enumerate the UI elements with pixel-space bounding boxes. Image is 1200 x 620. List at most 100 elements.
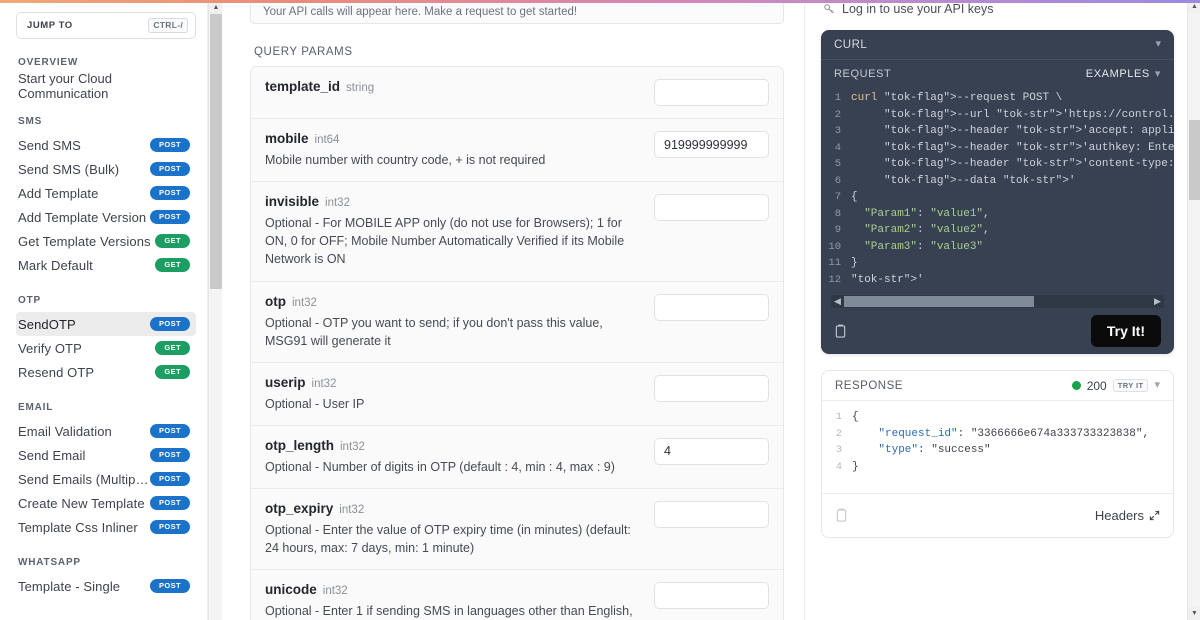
code-horizontal-scrollbar[interactable]: ◀ ▶ — [831, 295, 1164, 308]
response-code-block: 1{2 "request_id": "3366666e674a333733323… — [822, 401, 1173, 493]
param-input-unicode[interactable] — [654, 582, 769, 610]
headers-label: Headers — [1094, 508, 1144, 523]
line-content: } — [851, 257, 858, 269]
method-badge-post: POST — [149, 162, 190, 176]
page-scrollbar-thumb[interactable] — [1189, 120, 1200, 200]
sidebar-group-overview: OVERVIEW Start your Cloud Communication — [16, 57, 196, 101]
sidebar-section-title: OTP — [18, 295, 41, 306]
scroll-right-arrow-icon[interactable]: ▶ — [1151, 296, 1164, 307]
line-content: { — [852, 411, 859, 423]
sidebar-item-get-template-versions[interactable]: Get Template Versions GET — [16, 229, 196, 253]
code-line: 12 "tok-str">' — [821, 272, 1174, 289]
code-language-selector[interactable]: CURL ▾ — [821, 30, 1174, 60]
chevron-down-icon[interactable]: ▾ — [1155, 39, 1161, 50]
code-line: 6 "tok-flag">--data "tok-str">' — [821, 173, 1174, 190]
copy-icon[interactable] — [835, 508, 848, 523]
sidebar-item-label: SendOTP — [18, 316, 76, 332]
line-content: "tok-flag">--url "tok-str">'https://cont… — [884, 108, 1174, 121]
param-input-invisible[interactable] — [654, 194, 769, 222]
param-row: template_id string — [251, 67, 783, 119]
response-line: 1{ — [822, 409, 1173, 426]
param-input-mobile[interactable] — [654, 131, 769, 158]
chevron-down-icon[interactable]: ▾ — [1154, 380, 1160, 391]
sidebar-item-template-css-inliner[interactable]: Template Css Inliner POST — [16, 515, 196, 539]
try-it-chip: TRY IT — [1112, 378, 1149, 393]
line-number: 8 — [834, 207, 841, 220]
param-row: mobile int64 Mobile number with country co… — [251, 119, 783, 183]
param-name-line: otp_length int32 — [265, 438, 640, 453]
sidebar-item-verify-otp[interactable]: Verify OTP GET — [16, 336, 196, 360]
code-line: 9 "Param2": "value2", — [821, 222, 1174, 239]
status-code: 200 — [1086, 378, 1107, 393]
sidebar-item-sendotp[interactable]: SendOTP POST — [16, 312, 196, 336]
sidebar-item-resend-otp[interactable]: Resend OTP GET — [16, 360, 196, 384]
method-badge-post: POST — [149, 186, 190, 200]
request-code-card: CURL ▾ REQUEST EXAMPLES ▾ 1 curl "tok-fla… — [821, 30, 1174, 354]
sidebar-item-label: Add Template — [18, 185, 99, 201]
sidebar-item-send-emails-multiple[interactable]: Send Emails (Multiple) POST — [16, 467, 196, 491]
param-description: Mobile number with country code, + is no… — [265, 153, 546, 167]
param-input-userip[interactable] — [654, 374, 769, 402]
param-input-otp[interactable] — [654, 293, 769, 321]
param-row: unicode int32 Optional - Enter 1 if sendin… — [251, 570, 783, 620]
method-badge-post: POST — [149, 210, 190, 224]
code-scroll-thumb[interactable] — [844, 296, 1035, 307]
sidebar-item-email-validation[interactable]: Email Validation POST — [16, 419, 196, 443]
line-number: 4 — [835, 460, 842, 473]
param-input-otp_length[interactable] — [654, 437, 769, 465]
code-line: 1 curl "tok-flag">--request POST \ — [821, 90, 1174, 107]
sidebar-item-label: Template Css Inliner — [18, 519, 138, 535]
examples-dropdown[interactable]: EXAMPLES ▾ — [1086, 68, 1161, 80]
try-it-button[interactable]: Try It! — [1090, 315, 1161, 347]
line-number: 7 — [834, 191, 841, 203]
param-type: int32 — [292, 296, 317, 309]
sidebar-item-label: Email Validation — [18, 423, 112, 439]
query-params-heading: QUERY PARAMS — [254, 46, 353, 58]
sidebar-group-email: EMAIL Email Validation POST Send Email POST S… — [16, 402, 196, 539]
sidebar-item-label: Mark Default — [18, 257, 93, 273]
sidebar-section-title: EMAIL — [18, 402, 54, 413]
param-description: Optional - Enter 1 if sending SMS in lan… — [265, 604, 633, 619]
sidebar-item-send-sms[interactable]: Send SMS POST — [16, 133, 196, 157]
sidebar-item-send-sms-bulk[interactable]: Send SMS (Bulk) POST — [16, 157, 196, 181]
param-info: invisible int32 Optional - For MOBILE APP … — [265, 194, 640, 268]
examples-label: EXAMPLES — [1085, 68, 1150, 80]
headers-toggle[interactable]: Headers — [1095, 508, 1160, 523]
param-description: Optional - Enter the value of OTP expiry… — [265, 523, 631, 556]
jump-to-shortcut: CTRL-/ — [148, 18, 188, 33]
param-info: template_id string — [265, 79, 640, 94]
scroll-left-arrow-icon[interactable]: ◀ — [831, 296, 844, 307]
jump-to-search[interactable]: JUMP TO CTRL-/ — [16, 12, 196, 39]
page-scrollbar[interactable]: ▲ ▼ — [1187, 0, 1200, 620]
param-row: otp int32 Optional - OTP you want to send;… — [251, 282, 783, 363]
sidebar-item-mark-default[interactable]: Mark Default GET — [16, 253, 196, 277]
response-status[interactable]: 200 TRY IT ▾ — [1071, 378, 1160, 393]
code-line: 4 "tok-flag">--header "tok-str">'authkey… — [821, 140, 1174, 157]
param-name: otp_expiry — [265, 501, 334, 516]
sidebar-item-create-new-template[interactable]: Create New Template POST — [16, 491, 196, 515]
sidebar-item-add-template-version[interactable]: Add Template Version POST — [16, 205, 196, 229]
sidebar-item-template-single[interactable]: Template - Single POST — [16, 574, 196, 598]
param-name: mobile — [265, 131, 309, 146]
scroll-down-arrow-icon[interactable]: ▼ — [1188, 607, 1200, 620]
param-info: otp_length int32 Optional - Number of digi… — [265, 438, 640, 476]
sidebar-item-label: Resend OTP — [18, 364, 95, 380]
param-input-otp_expiry[interactable] — [654, 501, 769, 528]
copy-icon[interactable] — [834, 324, 847, 339]
sidebar-scrollbar[interactable]: ▲ — [208, 0, 222, 620]
code-line: 10 "Param3": "value3" — [821, 239, 1174, 256]
code-scroll-track[interactable] — [844, 296, 1151, 307]
request-label: REQUEST — [834, 68, 892, 80]
sidebar-section-title: SMS — [18, 116, 43, 127]
method-badge-get: GET — [155, 258, 190, 272]
param-info: otp_expiry int32 Optional - Enter the valu… — [265, 501, 640, 557]
login-notice-text: Log in to use your API keys — [842, 2, 994, 16]
line-number: 1 — [835, 411, 842, 423]
sidebar-scrollbar-thumb[interactable] — [210, 14, 222, 289]
sidebar-item-start-your-cloud-communication[interactable]: Start your Cloud Communication — [16, 71, 196, 101]
expand-icon — [1149, 510, 1160, 521]
param-input-template_id[interactable] — [654, 79, 769, 106]
sidebar-item-add-template[interactable]: Add Template POST — [16, 181, 196, 205]
param-info: otp int32 Optional - OTP you want to send;… — [265, 294, 640, 350]
sidebar-item-send-email[interactable]: Send Email POST — [16, 443, 196, 467]
